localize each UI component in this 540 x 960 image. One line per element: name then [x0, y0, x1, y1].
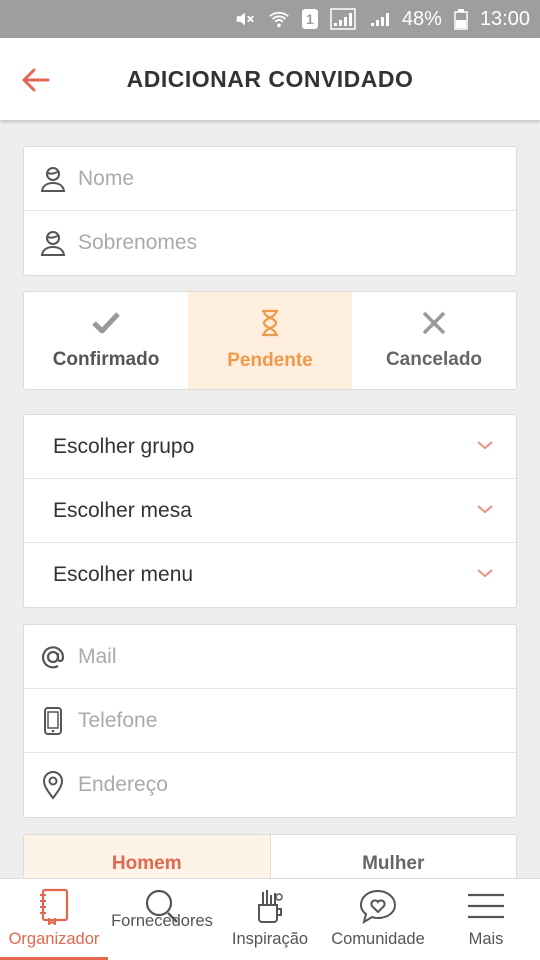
nav-comunidade[interactable]: Comunidade [324, 879, 432, 960]
battery-icon [454, 8, 468, 30]
choose-group-select[interactable]: Escolher grupo [24, 415, 516, 479]
choose-menu-select[interactable]: Escolher menu [24, 543, 516, 607]
at-sign-icon [38, 642, 68, 672]
nav-organizador[interactable]: Organizador [0, 879, 108, 960]
gender-male-option[interactable]: Homem [24, 835, 271, 879]
notebook-icon [37, 887, 71, 925]
nav-mais-label: Mais [468, 930, 504, 948]
nav-inspiracao-label: Inspiração [231, 930, 309, 948]
mail-row [24, 625, 516, 689]
mail-input[interactable] [78, 644, 458, 669]
status-bar: 1 48% 13:00 [0, 0, 540, 38]
last-name-input[interactable] [78, 231, 458, 255]
choose-group-label: Escolher grupo [53, 434, 195, 458]
chevron-down-icon [476, 438, 494, 456]
address-input[interactable] [78, 773, 458, 797]
last-name-row [24, 211, 516, 275]
phone-row [24, 689, 516, 753]
page-title: ADICIONAR CONVIDADO [126, 65, 414, 92]
first-name-input[interactable] [78, 166, 458, 191]
close-icon [421, 310, 447, 341]
nav-inspiracao[interactable]: Inspiração [216, 879, 324, 960]
status-confirmed-option[interactable]: Confirmado [24, 292, 188, 389]
clock: 13:00 [479, 7, 530, 30]
nav-comunidade-label: Comunidade [331, 930, 425, 948]
first-name-row [24, 147, 516, 211]
wifi-icon [268, 8, 290, 30]
contact-card [23, 624, 517, 818]
nav-fornecedores-label: Fornecedores [111, 912, 213, 930]
person-icon [38, 228, 68, 258]
inspiration-icon [253, 887, 287, 925]
signal-icon [330, 8, 356, 30]
signal-icon-2 [368, 8, 390, 30]
nav-fornecedores[interactable]: Fornecedores [108, 879, 216, 960]
battery-percent: 48% [401, 7, 442, 30]
check-icon [91, 310, 121, 341]
nav-organizador-label: Organizador [8, 930, 100, 948]
choose-table-label: Escolher mesa [53, 498, 192, 522]
back-arrow-icon[interactable] [18, 62, 54, 98]
chevron-down-icon [476, 566, 494, 584]
name-card [23, 146, 517, 276]
hourglass-icon [259, 309, 281, 342]
phone-icon [38, 706, 68, 736]
gender-female-option[interactable]: Mulher [271, 835, 517, 879]
chevron-down-icon [476, 502, 494, 520]
chat-heart-icon [358, 887, 398, 925]
rsvp-status-selector: Confirmado Pendente Cancelado [23, 291, 517, 390]
choose-table-select[interactable]: Escolher mesa [24, 479, 516, 543]
app-bar: ADICIONAR CONVIDADO [0, 38, 540, 120]
phone-input[interactable] [78, 708, 458, 733]
status-pending-option[interactable]: Pendente [188, 292, 352, 389]
status-cancelled-option[interactable]: Cancelado [352, 292, 516, 389]
person-icon [38, 164, 68, 194]
sim-icon: 1 [301, 9, 318, 29]
assignment-card: Escolher grupo Escolher mesa Escolher me… [23, 414, 517, 608]
choose-menu-label: Escolher menu [53, 563, 194, 586]
status-pending-label: Pendente [227, 350, 313, 371]
location-pin-icon [38, 770, 68, 800]
bottom-navigation: Organizador Fornecedores Inspiração Comu… [0, 878, 540, 960]
menu-icon [466, 887, 506, 925]
mute-icon [234, 8, 256, 30]
status-confirmed-label: Confirmado [52, 349, 160, 370]
address-row [24, 753, 516, 817]
gender-selector: Homem Mulher [23, 834, 517, 880]
status-cancelled-label: Cancelado [385, 349, 483, 370]
nav-mais[interactable]: Mais [432, 879, 540, 960]
